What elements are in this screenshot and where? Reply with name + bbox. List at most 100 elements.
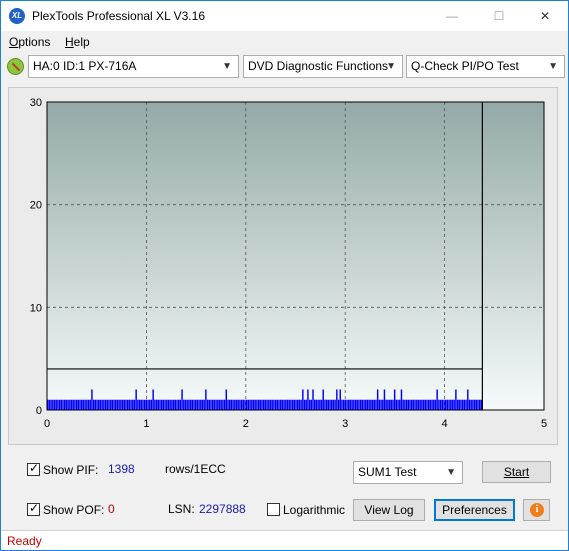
pif-bar xyxy=(337,399,340,410)
pif-bar xyxy=(115,399,117,410)
pif-bar xyxy=(460,399,462,410)
pif-bar xyxy=(166,399,168,410)
y-tick-label: 0 xyxy=(36,405,42,417)
pif-bar xyxy=(120,399,122,410)
pif-bar xyxy=(344,399,347,410)
show-pif-checkbox[interactable] xyxy=(27,461,40,476)
maximize-button[interactable]: ☐ xyxy=(476,1,522,31)
pif-bar xyxy=(279,399,282,410)
pif-bar xyxy=(171,399,173,410)
pif-bar xyxy=(113,399,115,410)
x-tick-label: 1 xyxy=(143,418,149,430)
pif-bar xyxy=(308,399,311,410)
show-pof-checkbox[interactable] xyxy=(27,501,40,516)
pif-bar xyxy=(285,399,287,410)
pif-bar xyxy=(89,399,91,410)
pif-bar xyxy=(387,399,389,410)
pif-bar xyxy=(159,399,161,410)
pif-bar xyxy=(378,399,381,410)
pif-bar xyxy=(147,399,149,410)
pif-bar xyxy=(191,399,194,410)
minimize-button[interactable]: — xyxy=(429,1,475,31)
menu-options-hotkey: O xyxy=(9,35,19,49)
sum-test-select-value: SUM1 Test xyxy=(358,465,417,479)
pif-bar xyxy=(48,399,51,410)
sum-test-select[interactable]: SUM1 Test ▼ xyxy=(353,461,463,484)
pif-bar xyxy=(215,399,217,410)
y-tick-label: 10 xyxy=(30,302,42,314)
pif-bar xyxy=(223,399,226,410)
view-log-button[interactable]: View Log xyxy=(353,499,425,521)
pif-bar xyxy=(412,399,415,410)
pif-bar xyxy=(245,399,248,410)
pif-bar xyxy=(329,399,331,410)
pif-bar xyxy=(137,399,139,410)
pif-bar xyxy=(91,389,93,410)
plot-area xyxy=(47,102,544,410)
close-button[interactable]: ✕ xyxy=(522,1,568,31)
pif-bar xyxy=(388,399,391,410)
pif-bar xyxy=(288,399,290,410)
pif-bar xyxy=(295,399,297,410)
pif-bar xyxy=(103,399,105,410)
pif-bar xyxy=(218,399,221,410)
app-logo-icon: XL xyxy=(9,8,25,24)
pif-bar xyxy=(132,399,134,410)
pif-bar xyxy=(363,399,365,410)
pif-bar xyxy=(332,399,335,410)
pif-bar xyxy=(196,399,199,410)
pif-bar xyxy=(249,399,251,410)
pif-bar xyxy=(443,399,445,410)
pif-bar xyxy=(354,399,357,410)
pif-bar xyxy=(434,399,437,410)
pif-bar xyxy=(104,399,107,410)
pif-bar xyxy=(331,399,333,410)
pif-bar xyxy=(478,399,481,410)
pif-bar xyxy=(407,399,409,410)
drive-select[interactable]: HA:0 ID:1 PX-716A ▼ xyxy=(28,55,239,78)
pif-bar xyxy=(392,399,394,410)
test-select[interactable]: Q-Check PI/PO Test ▼ xyxy=(406,55,565,78)
pif-bar xyxy=(57,399,59,410)
pif-bar xyxy=(82,399,85,410)
pif-bar xyxy=(414,399,416,410)
preferences-button[interactable]: Preferences xyxy=(434,499,515,521)
pif-bar xyxy=(242,399,245,410)
pif-bar xyxy=(116,399,119,410)
pif-bar xyxy=(86,399,88,410)
pif-bar xyxy=(303,399,306,410)
pif-bar xyxy=(404,399,406,410)
pif-bar xyxy=(268,399,270,410)
pif-bar xyxy=(365,399,367,410)
chevron-down-icon: ▼ xyxy=(222,61,232,72)
pif-bar xyxy=(278,399,280,410)
pif-bar xyxy=(283,399,285,410)
pif-bar xyxy=(296,399,299,410)
pif-bar xyxy=(157,399,159,410)
pif-bar xyxy=(274,399,277,410)
pif-bar xyxy=(118,399,120,410)
logarithmic-checkbox[interactable] xyxy=(267,503,280,516)
pif-bar xyxy=(55,399,57,410)
pif-bar xyxy=(261,399,263,410)
window-title: PlexTools Professional XL V3.16 xyxy=(32,9,205,23)
pif-bar xyxy=(201,399,204,410)
function-select[interactable]: DVD Diagnostic Functions ▼ xyxy=(243,55,403,78)
start-button[interactable]: Start xyxy=(482,461,551,483)
pif-bar xyxy=(433,399,435,410)
pif-bar xyxy=(305,399,307,410)
menu-help[interactable]: Help xyxy=(65,35,90,49)
pif-bar xyxy=(339,389,341,410)
menu-options[interactable]: Options xyxy=(9,35,50,49)
pi-po-chart: 0 1 2 3 4 5 0 10 20 30 xyxy=(8,87,558,445)
pif-bar xyxy=(189,399,192,410)
pif-bar xyxy=(232,399,234,410)
pif-bar xyxy=(96,399,98,410)
info-button[interactable]: i xyxy=(523,499,550,521)
pif-bar xyxy=(200,399,202,410)
pif-bar xyxy=(393,389,396,410)
pif-bar xyxy=(400,389,403,410)
pif-bar xyxy=(368,399,370,410)
pif-bar xyxy=(52,399,54,410)
pif-bar xyxy=(382,399,384,410)
